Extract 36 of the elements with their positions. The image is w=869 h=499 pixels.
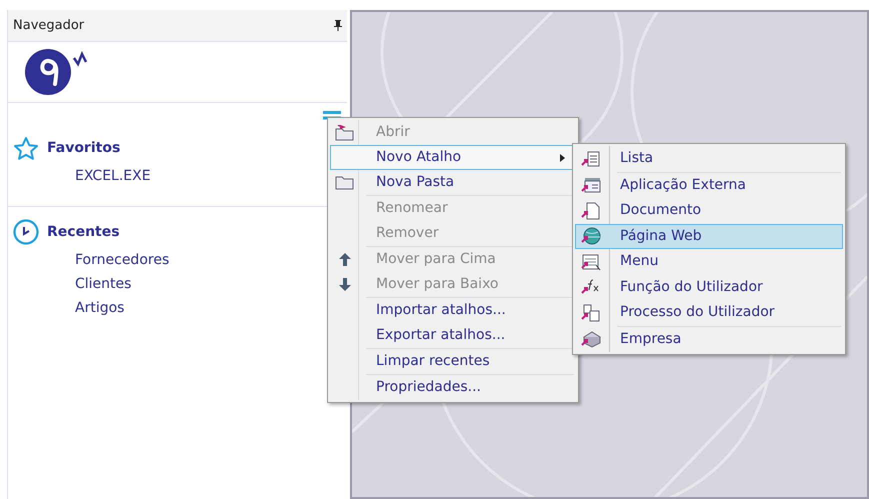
context-menu-entry[interactable]: Exportar atalhos... [330,323,576,348]
submenu-entry[interactable]: Empresa [575,326,843,352]
navigator-item[interactable]: Clientes [75,272,132,296]
folder-icon [335,124,355,140]
arrow-down-icon [339,278,351,291]
building-icon [581,330,601,348]
section-title: Recentes [47,222,120,242]
logo-icon [25,49,87,95]
context-menu-entry[interactable]: Propriedades... [330,375,576,400]
section-title: Favoritos [47,138,120,158]
star-icon [13,136,39,160]
panel-title: Navegador [13,16,84,35]
context-menu-entry[interactable]: Nova Pasta [330,170,576,195]
globe-icon [581,227,601,246]
submenu-entry[interactable]: Aplicação Externa [575,172,843,198]
process-icon [581,304,601,322]
navigator-item[interactable]: Artigos [75,296,124,320]
folder-icon [335,175,355,190]
submenu-entry[interactable]: Página Web [575,224,843,249]
submenu-entry[interactable]: Documento [575,198,843,224]
context-menu-entry[interactable]: Importar atalhos... [330,298,576,323]
context-menu-entry[interactable]: Limpar recentes [330,349,576,374]
submenu-entry[interactable]: Lista [575,146,843,172]
navigator-item[interactable]: EXCEL.EXE [75,164,151,188]
list-icon [581,150,601,168]
arrow-up-icon [339,253,351,266]
submenu-entry[interactable]: Menu [575,249,843,274]
pin-icon[interactable] [334,20,342,31]
submenu-entry[interactable]: Função do Utilizador [575,274,843,300]
submenu-entry[interactable]: Processo do Utilizador [575,300,843,326]
function-icon [581,278,601,296]
document-icon [581,202,601,220]
window-icon [581,176,601,194]
navigator-item[interactable]: Fornecedores [75,248,170,272]
clock-icon [13,219,39,245]
menu-window-icon [581,252,601,271]
